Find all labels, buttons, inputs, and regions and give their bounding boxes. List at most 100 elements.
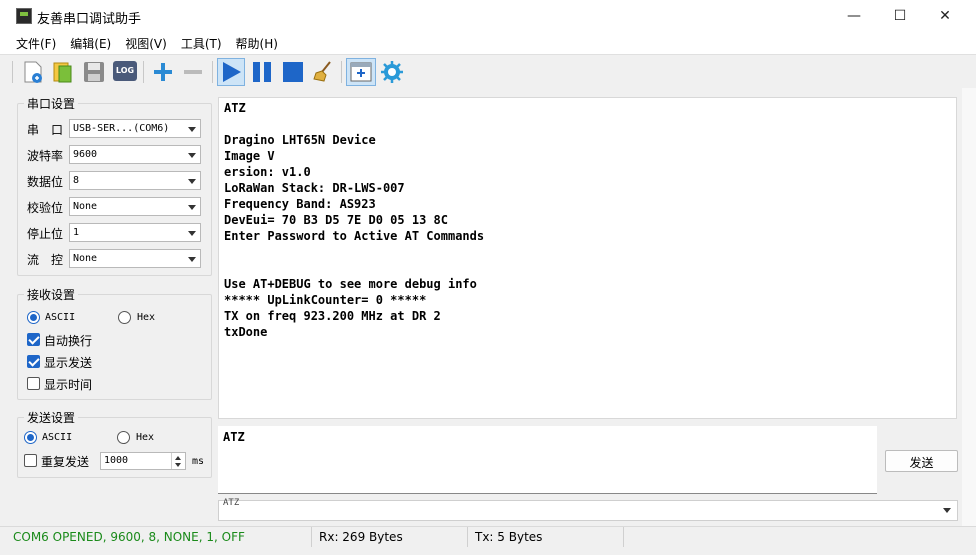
status-separator [311,527,312,547]
spin-arrows-icon[interactable] [171,453,185,469]
title-bar: 友善串口调试助手 — ☐ ✕ [0,0,976,32]
send-settings-title: 发送设置 [24,409,79,426]
bottom-strip [0,547,976,555]
interval-value: 1000 [104,455,129,466]
receive-line: Frequency Band: AS923 [224,197,376,211]
pause-icon[interactable] [249,59,275,85]
maximize-button[interactable]: ☐ [877,0,923,32]
send-history-value: ATZ [223,498,240,508]
clear-broom-icon[interactable] [310,59,336,85]
receive-textarea[interactable]: ATZ Dragino LHT65N Device Image V ersion… [218,97,957,419]
chevron-down-icon[interactable] [943,508,951,513]
show-send-label: 显示发送 [44,356,93,370]
toolbar-separator [143,61,144,83]
send-hex-radio[interactable] [117,431,130,444]
connection-status: COM6 OPENED, 9600, 8, NONE, 1, OFF [13,530,245,544]
receive-line: Use AT+DEBUG to see more debug info [224,277,477,291]
auto-newline-checkbox[interactable] [27,333,40,346]
databits-select[interactable]: 8 [69,171,201,190]
databits-value: 8 [73,175,80,186]
flow-value: None [73,253,98,264]
send-history-combobox[interactable]: ATZ [218,498,958,521]
receive-hex-label: Hex [137,312,156,323]
new-file-icon[interactable] [20,59,46,85]
receive-line: txDone [224,325,268,339]
receive-line: Dragino LHT65N Device [224,133,376,147]
menu-edit[interactable]: 编辑(E) [63,32,118,54]
receive-line: DevEui= 70 B3 D5 7E D0 05 13 8C [224,213,448,227]
menu-tools[interactable]: 工具(T) [174,32,229,54]
menu-help[interactable]: 帮助(H) [229,32,285,54]
receive-line: ATZ [224,101,246,115]
flow-select[interactable]: None [69,249,201,268]
parity-select[interactable]: None [69,197,201,216]
log-icon[interactable]: LOG [113,61,137,81]
parity-value: None [73,201,98,212]
chevron-down-icon [188,205,196,210]
repeat-send-label: 重复发送 [41,455,90,469]
status-separator [467,527,468,547]
baud-label: 波特率 [27,149,64,163]
add-icon[interactable] [150,59,176,85]
receive-settings-title: 接收设置 [24,286,79,303]
status-bar: COM6 OPENED, 9600, 8, NONE, 1, OFF Rx: 2… [0,526,976,547]
serial-settings-title: 串口设置 [24,95,79,112]
receive-ascii-radio[interactable] [27,311,40,324]
interval-input[interactable]: 1000 [100,452,186,470]
stopbits-value: 1 [73,227,80,238]
toolbar: LOG [0,54,976,88]
menu-bar: 文件(F) 编辑(E) 视图(V) 工具(T) 帮助(H) [0,32,976,54]
send-text: ATZ [223,430,245,444]
flow-label: 流 控 [27,253,64,267]
close-button[interactable]: ✕ [922,0,968,32]
status-separator [623,527,624,547]
repeat-send-checkbox[interactable] [24,454,37,467]
receive-line: LoRaWan Stack: DR-LWS-007 [224,181,405,195]
port-value: USB-SER...(COM6) [73,123,170,134]
receive-ascii-label: ASCII [45,312,76,323]
spin-down-icon[interactable] [175,463,181,467]
save-icon[interactable] [81,59,107,85]
show-send-checkbox[interactable] [27,355,40,368]
send-ascii-label: ASCII [42,432,73,443]
receive-line: Image V [224,149,275,163]
toolbar-separator [212,61,213,83]
chevron-down-icon [188,231,196,236]
send-button[interactable]: 发送 [885,450,958,472]
menu-file[interactable]: 文件(F) [9,32,63,54]
receive-line: Enter Password to Active AT Commands [224,229,485,243]
right-edge-strip [962,88,976,528]
receive-line: ersion: v1.0 [224,165,311,179]
open-file-icon[interactable] [50,59,76,85]
stopbits-select[interactable]: 1 [69,223,201,242]
spin-up-icon[interactable] [175,456,181,460]
show-time-label: 显示时间 [44,378,93,392]
interval-unit: ms [192,456,205,467]
minimize-button[interactable]: — [831,0,877,32]
receive-line: ***** UpLinkCounter= 0 ***** [224,293,427,307]
receive-line: TX on freq 923.200 MHz at DR 2 [224,309,441,323]
stop-icon[interactable] [280,59,306,85]
toolbar-separator [341,61,342,83]
port-label: 串 口 [27,123,64,137]
baud-value: 9600 [73,149,98,160]
auto-newline-label: 自动换行 [44,334,93,348]
chevron-down-icon [188,127,196,132]
chevron-down-icon [188,179,196,184]
play-icon[interactable] [218,59,244,85]
parity-label: 校验位 [27,201,64,215]
menu-view[interactable]: 视图(V) [118,32,174,54]
settings-gear-icon[interactable] [379,59,405,85]
stopbits-label: 停止位 [27,227,64,241]
baud-select[interactable]: 9600 [69,145,201,164]
receive-hex-radio[interactable] [118,311,131,324]
send-textarea[interactable]: ATZ [218,426,877,494]
toolbar-separator [12,61,13,83]
port-select[interactable]: USB-SER...(COM6) [69,119,201,138]
show-time-checkbox[interactable] [27,377,40,390]
remove-icon[interactable] [180,59,206,85]
send-hex-label: Hex [136,432,155,443]
send-ascii-radio[interactable] [24,431,37,444]
rx-count: Rx: 269 Bytes [319,530,403,544]
new-window-icon[interactable] [348,59,374,85]
